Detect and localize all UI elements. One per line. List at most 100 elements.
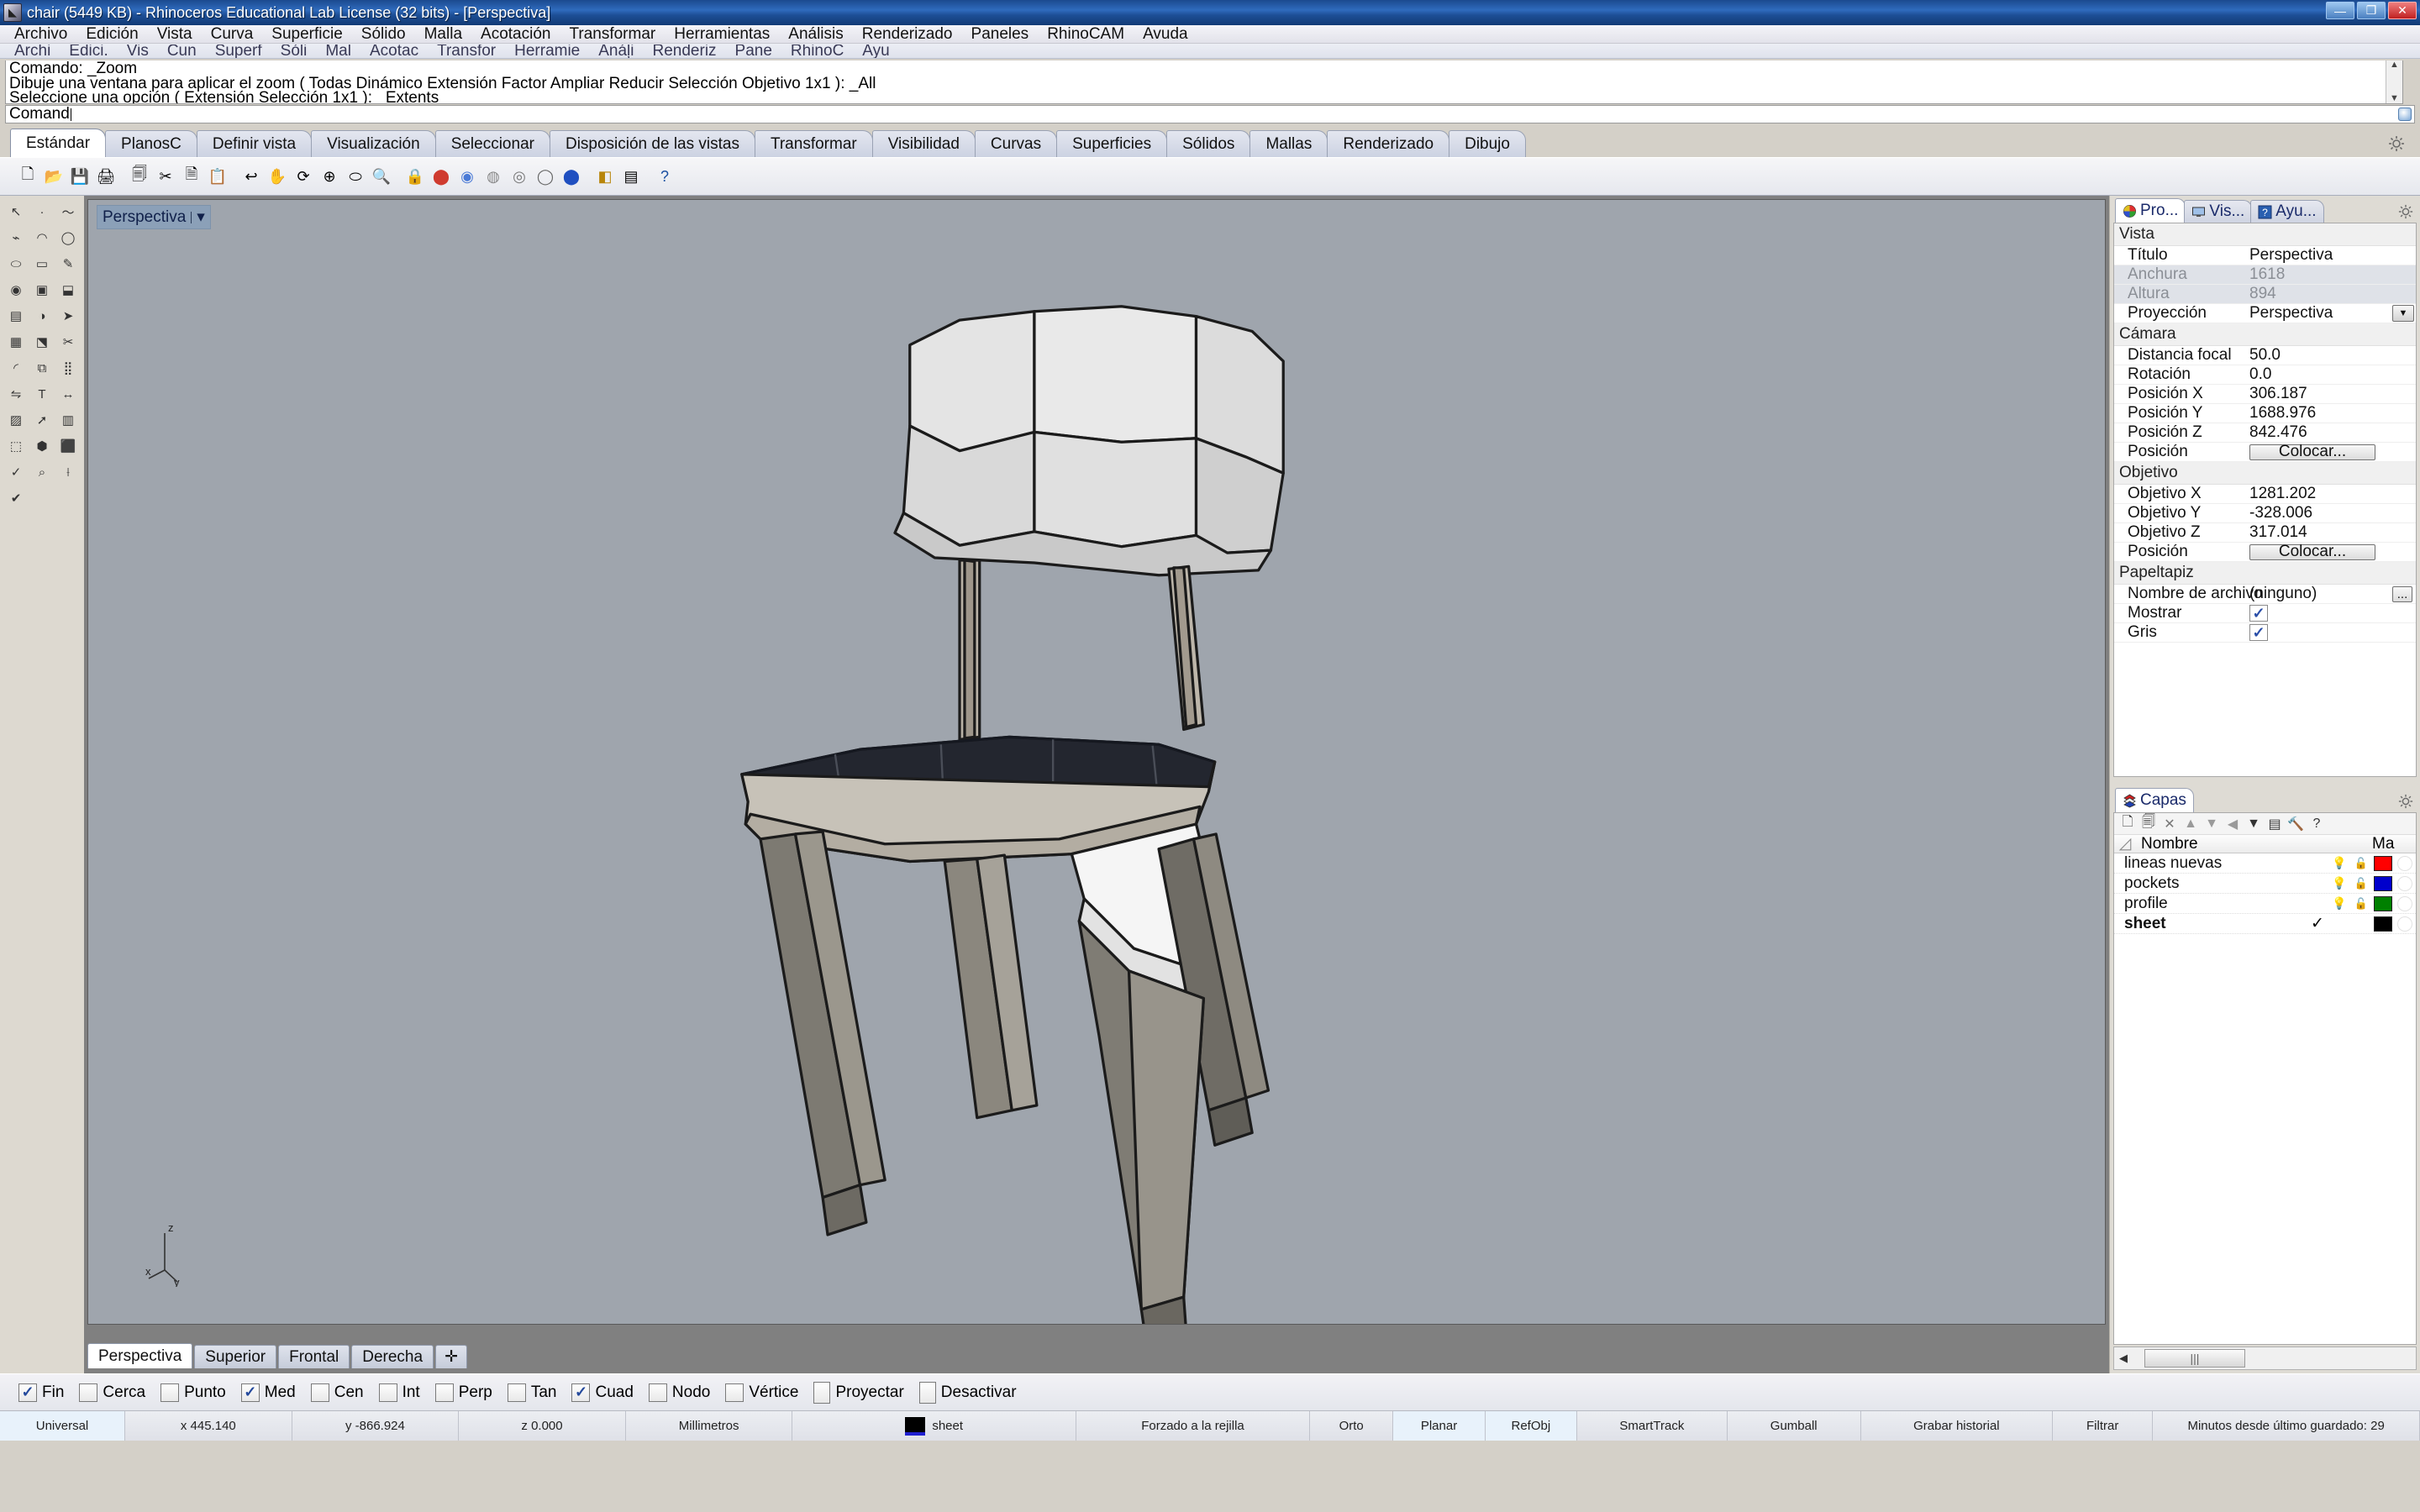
checkbox-perp[interactable] (434, 1383, 454, 1402)
material-icon[interactable] (2394, 916, 2416, 932)
viewport-tab-perspectiva[interactable]: Perspectiva (87, 1343, 193, 1368)
layers-horizontal-scrollbar[interactable]: ◀ ||| (2113, 1347, 2417, 1370)
menu-avuda[interactable]: Avuda (1134, 25, 1197, 43)
tab-renderizado[interactable]: Renderizado (1327, 130, 1450, 157)
command-prompt[interactable]: Comand (5, 105, 2415, 123)
window-controls[interactable]: — ❐ ✕ (2326, 2, 2417, 19)
tab-visualizaci-n[interactable]: Visualización (311, 130, 436, 157)
status-planar[interactable]: Planar (1393, 1411, 1486, 1441)
color-swatch[interactable] (2374, 895, 2392, 911)
help-icon[interactable]: ? (2308, 816, 2325, 832)
menu-archivo[interactable]: Archivo (5, 25, 76, 43)
lightbulb-icon[interactable]: 💡 (2328, 896, 2350, 911)
lightbulb-icon[interactable]: 💡 (2328, 876, 2350, 890)
copy-page-icon[interactable]: 🗎 (179, 164, 204, 189)
osnap-v-rtice[interactable]: Vértice (725, 1383, 798, 1402)
menu-rhinocam[interactable]: RhinoCAM (1038, 25, 1134, 43)
tab-planosc[interactable]: PlanosC (105, 130, 197, 157)
undo-icon[interactable]: ↩ (239, 164, 264, 189)
close-button[interactable]: ✕ (2388, 2, 2417, 19)
layers-tab-row[interactable]: Capas (2110, 785, 2420, 812)
sweep-icon[interactable]: ➤ (55, 303, 81, 328)
menu-curva[interactable]: Curva (202, 25, 263, 43)
viewport-tab-superior[interactable]: Superior (194, 1345, 277, 1368)
zoom-window-icon[interactable]: ⬭ (343, 164, 368, 189)
osnap-med[interactable]: ✓ Med (240, 1383, 296, 1402)
padlock-icon[interactable]: 🔓 (2350, 897, 2372, 911)
menu-ghost-transfor[interactable]: Transfor (428, 45, 505, 58)
analyze-icon[interactable]: ⌕ (29, 459, 55, 485)
tab-superficies[interactable]: Superficies (1056, 130, 1168, 157)
polyline-icon[interactable]: ⌁ (3, 225, 29, 250)
menu-superficie[interactable]: Superficie (262, 25, 352, 43)
cut-scissors-icon[interactable]: ✂ (153, 164, 178, 189)
boolean-icon[interactable]: ⬔ (29, 329, 55, 354)
lock-icon[interactable]: 🔒 (402, 164, 428, 189)
status-universal[interactable]: Universal (0, 1411, 125, 1441)
property-value-posici-n[interactable]: Colocar... (2244, 443, 2416, 460)
zoom-selected-icon[interactable]: 🔍 (369, 164, 394, 189)
filter-funnel-icon[interactable]: ▼ (2245, 816, 2262, 832)
button-colocar[interactable]: Colocar... (2249, 443, 2375, 460)
property-value-mostrar[interactable]: ✓ (2244, 605, 2416, 622)
menu-ghost-renderiz[interactable]: Renderiz (644, 45, 726, 58)
tab-ayu[interactable]: ? Ayu... (2250, 200, 2324, 223)
surface-icon[interactable]: ▤ (3, 303, 29, 328)
checkbox-cuad[interactable]: ✓ (571, 1383, 591, 1402)
gear-icon[interactable] (2398, 204, 2413, 219)
layer-row[interactable]: sheet ✓ (2114, 914, 2416, 934)
menu-ghost-acotac[interactable]: Acotac (360, 45, 428, 58)
color-swatch[interactable] (2374, 855, 2392, 871)
new-file-icon[interactable]: 🗋 (15, 164, 40, 189)
move-down-icon[interactable]: ▼ (2203, 816, 2220, 832)
menu-an-lisis[interactable]: Análisis (779, 25, 852, 43)
tab-visibilidad[interactable]: Visibilidad (871, 130, 976, 157)
checkbox-v-rtice[interactable] (725, 1383, 744, 1402)
status-filtrar[interactable]: Filtrar (2053, 1411, 2154, 1441)
menu-ghost-mal[interactable]: Mal (316, 45, 360, 58)
perspective-viewport[interactable]: Perspectiva ▾ z x y (87, 199, 2106, 1325)
shaded-sphere-icon[interactable]: ⬤ (429, 164, 454, 189)
padlock-icon[interactable]: 🔓 (2350, 857, 2372, 870)
menu-ghost-pane[interactable]: Pane (726, 45, 781, 58)
osnap-bar[interactable]: ✓ Fin Cerca Punto ✓ Med Cen Int Perp Tan ✓ Cuad Nodo… (0, 1373, 2420, 1410)
trim-icon[interactable]: ✂ (55, 329, 81, 354)
checkbox-mostrar[interactable]: ✓ (2249, 605, 2268, 622)
osnap-perp[interactable]: Perp (434, 1383, 492, 1402)
osnap-cuad[interactable]: ✓ Cuad (571, 1383, 634, 1402)
tab-disposici-n-de-las-vistas[interactable]: Disposición de las vistas (549, 130, 755, 157)
material-icon[interactable] (2394, 855, 2416, 871)
status-minutos-desde-ltimo-guardado[interactable]: Minutos desde último guardado: 29 (2153, 1411, 2420, 1441)
copy-clipboard-icon[interactable]: 🗐 (127, 164, 152, 189)
layers-toolbar[interactable]: 🗋 🗐 ✕ ▲ ▼ ◀ ▼ ▤ 🔨? (2114, 813, 2416, 835)
mirror-icon[interactable]: ⇋ (3, 381, 29, 407)
checkbox-nodo[interactable] (648, 1383, 667, 1402)
command-history[interactable]: ▲ ▼ Comando: _Zoom Dibuje una ventana par… (5, 60, 2403, 104)
blue-sphere-icon[interactable]: ⬤ (559, 164, 584, 189)
extrude-icon[interactable]: ⬓ (55, 277, 81, 302)
status-grabar-historial[interactable]: Grabar historial (1861, 1411, 2054, 1441)
status-bar[interactable]: Universal x 445.140 y -866.924 z 0.000 Milli… (0, 1410, 2420, 1441)
checkbox-proyectar[interactable] (813, 1381, 831, 1404)
duplicate-layer-icon[interactable]: 🗐 (2140, 815, 2157, 832)
ellipse-icon[interactable]: ⬭ (3, 251, 29, 276)
status-x-445-140[interactable]: x 445.140 (125, 1411, 292, 1441)
save-icon[interactable]: 💾 (67, 164, 92, 189)
menu-herramientas[interactable]: Herramientas (665, 25, 779, 43)
menu-transformar[interactable]: Transformar (560, 25, 665, 43)
button-colocar[interactable]: Colocar... (2249, 543, 2375, 560)
rotate-view-icon[interactable]: ⟳ (291, 164, 316, 189)
dot-point-icon[interactable]: · (29, 199, 55, 224)
move-up-icon[interactable]: ▲ (2182, 816, 2199, 832)
render-sphere-icon[interactable]: ◉ (455, 164, 480, 189)
scroll-left-icon[interactable]: ◀ (2114, 1352, 2133, 1365)
property-value-gris[interactable]: ✓ (2244, 624, 2416, 641)
tab-transformar[interactable]: Transformar (754, 130, 873, 157)
osnap-nodo[interactable]: Nodo (648, 1383, 710, 1402)
status-refobj[interactable]: RefObj (1485, 1411, 1577, 1441)
menu-s-lido[interactable]: Sólido (352, 25, 415, 43)
osnap-tan[interactable]: Tan (507, 1383, 556, 1402)
checkbox-gris[interactable]: ✓ (2249, 624, 2268, 641)
back-arrow-icon[interactable]: ◀ (2224, 816, 2241, 832)
spiral-icon[interactable]: ◉ (3, 277, 29, 302)
